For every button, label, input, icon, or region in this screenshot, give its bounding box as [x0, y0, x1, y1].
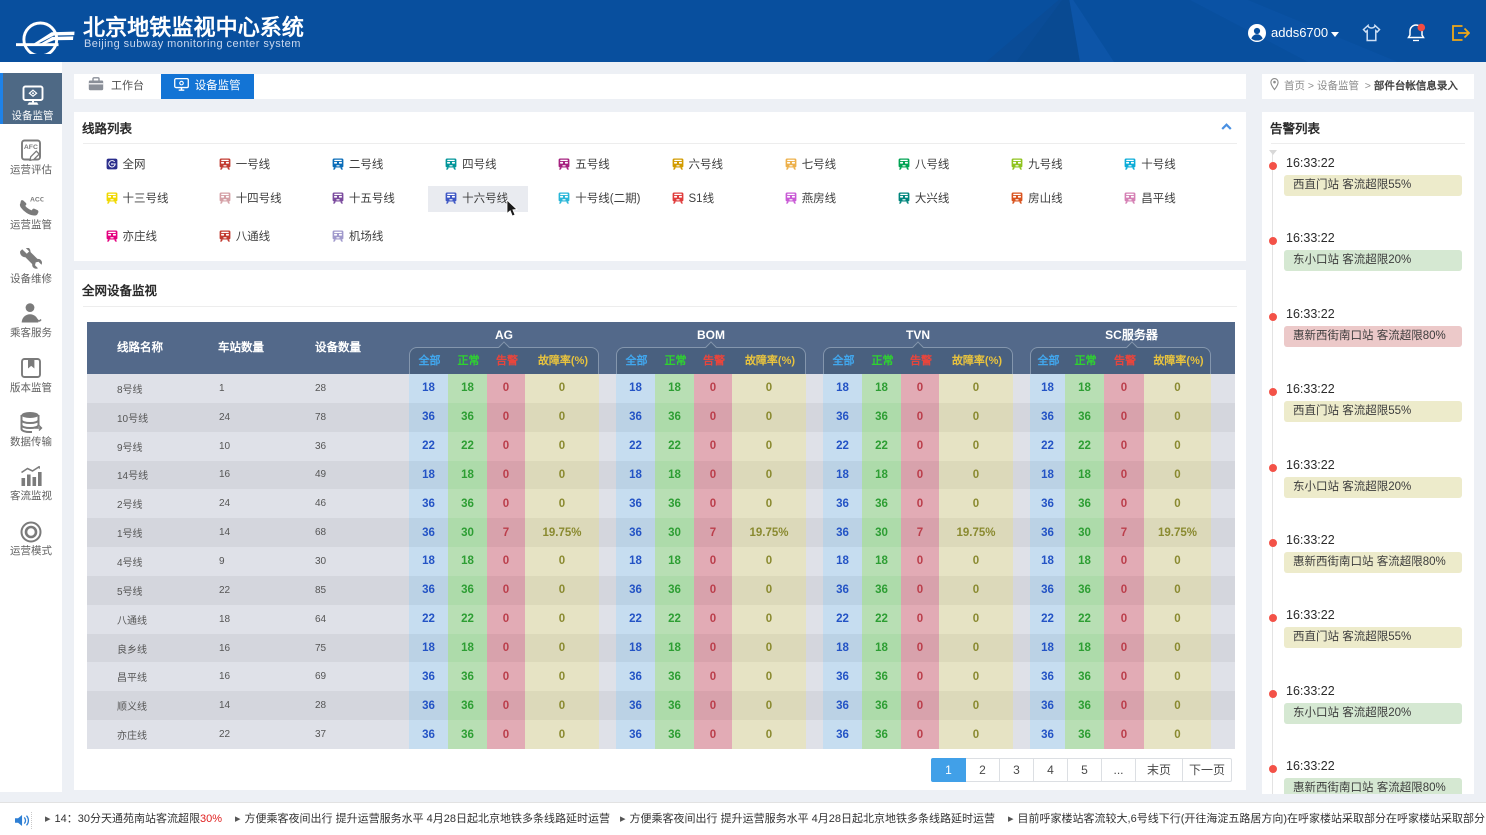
svg-text:ACC: ACC	[30, 196, 44, 203]
svg-text:AFC: AFC	[24, 144, 38, 151]
